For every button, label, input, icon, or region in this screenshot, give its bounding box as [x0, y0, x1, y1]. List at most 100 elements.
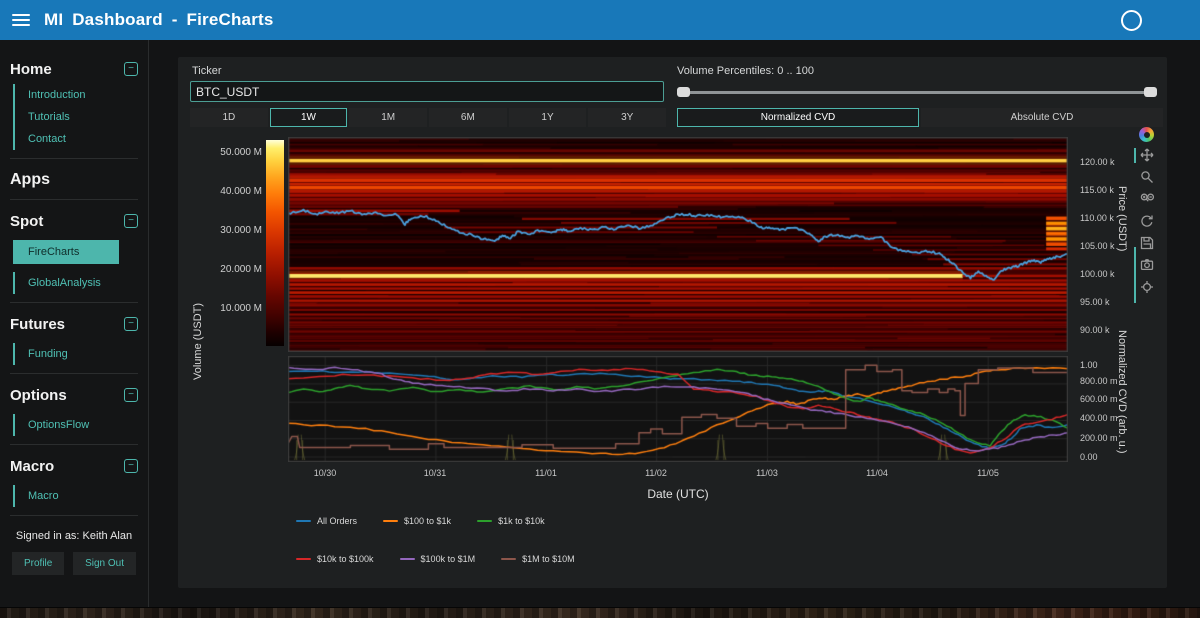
legend-row: $10k to $100k $100k to $1M $1M to $10M	[296, 554, 575, 564]
x-tick: 10/30	[295, 468, 355, 478]
x-tick: 11/04	[847, 468, 907, 478]
percentile-handle-min[interactable]	[677, 87, 690, 97]
normalized-cvd-button[interactable]: Normalized CVD	[677, 108, 919, 127]
divider	[10, 158, 138, 159]
divider	[10, 302, 138, 303]
volume-colorbar	[266, 140, 284, 346]
sidebar-item-introduction[interactable]: Introduction	[15, 84, 148, 106]
cvd-axis-title: Normalized CVD (arb. u.)	[1116, 330, 1128, 505]
ticker-label: Ticker	[192, 65, 222, 77]
menu-icon[interactable]	[12, 14, 30, 26]
sidebar-item-contact[interactable]: Contact	[15, 128, 148, 150]
sidebar-section-options: Options	[10, 387, 67, 404]
divider	[10, 515, 138, 516]
legend-swatch	[477, 520, 492, 522]
signed-in-text: Signed in as: Keith Alan	[0, 530, 148, 542]
legend-item-1m-10m[interactable]: $1M to $10M	[501, 554, 575, 564]
box-zoom-icon[interactable]	[1140, 170, 1154, 184]
timeframe-1m-button[interactable]: 1M	[349, 108, 427, 127]
firecharts-panel: Ticker 1D 1W 1M 6M 1Y 3Y Volume Percenti…	[178, 57, 1167, 588]
cvd-tick: 1.00	[1080, 360, 1142, 370]
slider-track[interactable]	[677, 91, 1157, 94]
legend-item-10k-100k[interactable]: $10k to $100k	[296, 554, 374, 564]
legend-item-100-1k[interactable]: $100 to $1k	[383, 516, 451, 526]
x-axis-title: Date (UTC)	[578, 487, 778, 501]
x-tick: 11/01	[516, 468, 576, 478]
save-icon[interactable]	[1140, 236, 1154, 250]
timeframe-6m-button[interactable]: 6M	[429, 108, 507, 127]
cvd-tick: 400.00 m	[1080, 413, 1142, 423]
camera-icon[interactable]	[1140, 258, 1154, 272]
sign-out-button[interactable]: Sign Out	[73, 552, 136, 575]
cvd-tick: 0.00	[1080, 452, 1142, 462]
legend-label: $1M to $10M	[522, 554, 575, 564]
collapse-futures-button[interactable]: −	[124, 317, 138, 331]
price-tick: 105.00 k	[1080, 241, 1142, 251]
collapse-options-button[interactable]: −	[124, 388, 138, 402]
sidebar-item-globalanalysis[interactable]: GlobalAnalysis	[15, 272, 148, 294]
timeframe-1y-button[interactable]: 1Y	[509, 108, 587, 127]
price-tick: 100.00 k	[1080, 269, 1142, 279]
cvd-tick: 200.00 m	[1080, 433, 1142, 443]
profile-button[interactable]: Profile	[12, 552, 64, 575]
timeframe-1w-button[interactable]: 1W	[270, 108, 348, 127]
legend-label: $10k to $100k	[317, 554, 374, 564]
modebar-active-indicator	[1134, 247, 1136, 303]
price-tick: 120.00 k	[1080, 157, 1142, 167]
autoscale-icon[interactable]	[1140, 214, 1154, 228]
timeframe-1d-button[interactable]: 1D	[190, 108, 268, 127]
cvd-mode-group: Normalized CVD Absolute CVD	[677, 108, 1163, 127]
volume-tick: 40.000 M	[178, 186, 262, 197]
legend-swatch	[400, 558, 415, 560]
sidebar-section-macro: Macro	[10, 458, 54, 475]
x-tick: 11/03	[737, 468, 797, 478]
sidebar-item-funding[interactable]: Funding	[15, 343, 148, 365]
absolute-cvd-button[interactable]: Absolute CVD	[921, 108, 1163, 127]
account-icon[interactable]	[1121, 10, 1142, 31]
app-header: MI Dashboard - FireCharts	[0, 0, 1200, 40]
collapse-spot-button[interactable]: −	[124, 214, 138, 228]
sidebar-item-tutorials[interactable]: Tutorials	[15, 106, 148, 128]
legend-item-100k-1m[interactable]: $100k to $1M	[400, 554, 476, 564]
percentile-range-slider[interactable]	[677, 87, 1157, 97]
volume-tick: 20.000 M	[178, 264, 262, 275]
sidebar-item-optionsflow[interactable]: OptionsFlow	[15, 414, 148, 436]
sidebar-item-macro[interactable]: Macro	[15, 485, 148, 507]
percentile-handle-max[interactable]	[1144, 87, 1157, 97]
cvd-tick: 600.00 m	[1080, 394, 1142, 404]
legend-label: All Orders	[317, 516, 357, 526]
divider	[10, 199, 138, 200]
cvd-canvas[interactable]	[288, 356, 1068, 462]
app-window: MI Dashboard - FireCharts Home − Introdu…	[0, 0, 1200, 618]
collapse-home-button[interactable]: −	[124, 62, 138, 76]
sidebar-section-spot: Spot	[10, 213, 43, 230]
sidebar-item-firecharts[interactable]: FireCharts	[15, 240, 119, 264]
cvd-tick: 800.00 m	[1080, 376, 1142, 386]
legend-label: $100k to $1M	[421, 554, 476, 564]
heatmap-canvas[interactable]	[288, 137, 1068, 352]
legend-row: All Orders $100 to $1k $1k to $10k	[296, 516, 545, 526]
pan-icon[interactable]	[1140, 148, 1154, 162]
price-tick: 95.00 k	[1080, 297, 1142, 307]
collapse-macro-button[interactable]: −	[124, 459, 138, 473]
x-tick: 11/05	[958, 468, 1018, 478]
zoom-in-out-icon[interactable]	[1140, 192, 1154, 206]
background-texture	[0, 607, 1200, 618]
modebar-active-indicator	[1134, 148, 1136, 163]
ticker-input[interactable]	[190, 81, 664, 102]
x-tick: 10/31	[405, 468, 465, 478]
timeframe-3y-button[interactable]: 3Y	[588, 108, 666, 127]
sidebar-section-apps: Apps	[10, 171, 50, 189]
sidebar: Home − Introduction Tutorials Contact Ap…	[0, 40, 148, 607]
price-tick: 110.00 k	[1080, 213, 1142, 223]
plotly-logo-icon[interactable]	[1139, 127, 1154, 142]
legend-label: $1k to $10k	[498, 516, 545, 526]
legend-item-1k-10k[interactable]: $1k to $10k	[477, 516, 545, 526]
sidebar-section-home: Home	[10, 61, 52, 78]
volume-tick: 30.000 M	[178, 225, 262, 236]
volume-tick: 50.000 M	[178, 147, 262, 158]
legend-item-all-orders[interactable]: All Orders	[296, 516, 357, 526]
app-title: MI Dashboard - FireCharts	[44, 10, 274, 30]
percentiles-label: Volume Percentiles: 0 .. 100	[677, 65, 814, 77]
crosshair-icon[interactable]	[1140, 280, 1154, 294]
